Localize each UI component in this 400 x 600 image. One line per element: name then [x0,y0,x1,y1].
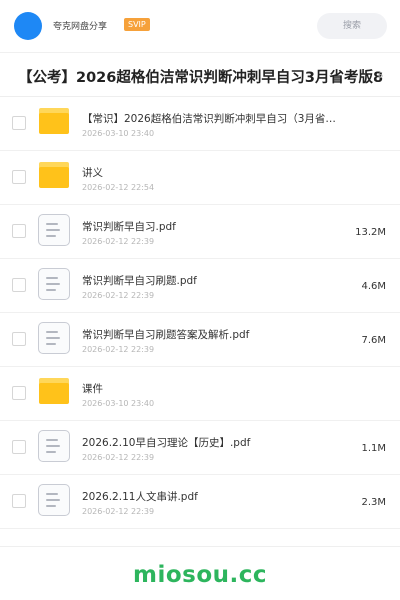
file-name[interactable]: 常识判断早自习刷题.pdf [82,273,347,288]
file-row[interactable]: 常识判断早自习.pdf 2026-02-12 22:39 13.2M [0,205,400,259]
document-icon [38,430,70,462]
document-icon [38,484,70,516]
row-checkbox[interactable] [12,440,26,454]
file-name[interactable]: 2026.2.10早自习理论【历史】.pdf [82,435,347,450]
search-button[interactable]: 搜索 [317,13,387,39]
file-size: 4.6M [361,281,386,292]
document-icon [38,214,70,246]
file-size: 7.6M [361,335,386,346]
row-checkbox[interactable] [12,170,26,184]
file-date: 2026-03-10 23:40 [82,399,155,408]
file-list: 【常识】2026超格伯洁常识判断冲刺早自习（3月省… 2026-03-10 23:… [0,97,400,529]
file-name[interactable]: 课件 [82,381,347,396]
document-icon [38,322,70,354]
file-row[interactable]: 2026.2.11人文串讲.pdf 2026-02-12 22:39 2.3M [0,475,400,529]
file-name[interactable]: 2026.2.11人文串讲.pdf [82,489,347,504]
folder-icon [39,162,69,188]
file-date: 2026-02-12 22:39 [82,237,155,246]
row-checkbox[interactable] [12,224,26,238]
row-checkbox[interactable] [12,332,26,346]
folder-icon [39,378,69,404]
file-size: 2.3M [361,497,386,508]
file-name[interactable]: 常识判断早自习.pdf [82,219,347,234]
file-row[interactable]: 【常识】2026超格伯洁常识判断冲刺早自习（3月省… 2026-03-10 23:… [0,97,400,151]
file-date: 2026-02-12 22:39 [82,345,155,354]
document-icon [38,268,70,300]
folder-icon [39,108,69,134]
file-date: 2026-02-12 22:39 [82,291,155,300]
folder-title: 【公考】2026超格伯洁常识判断冲刺早自习3月省考版8 [18,70,384,86]
file-name[interactable]: 【常识】2026超格伯洁常识判断冲刺早自习（3月省… [82,111,347,126]
file-row[interactable]: 课件 2026-03-10 23:40 [0,367,400,421]
row-checkbox[interactable] [12,386,26,400]
file-row[interactable]: 常识判断早自习刷题.pdf 2026-02-12 22:39 4.6M [0,259,400,313]
file-name[interactable]: 讲义 [82,165,347,180]
file-row[interactable]: 常识判断早自习刷题答案及解析.pdf 2026-02-12 22:39 7.6M [0,313,400,367]
row-checkbox[interactable] [12,278,26,292]
file-date: 2026-03-10 23:40 [82,129,155,138]
file-date: 2026-02-12 22:39 [82,507,155,516]
watermark: miosou.cc [132,562,268,588]
file-date: 2026-02-12 22:39 [82,453,155,462]
file-row[interactable]: 2026.2.10早自习理论【历史】.pdf 2026-02-12 22:39 1.… [0,421,400,475]
row-checkbox[interactable] [12,116,26,130]
avatar[interactable] [14,12,42,40]
svip-badge: SVIP [124,18,150,31]
file-row[interactable]: 讲义 2026-02-12 22:54 [0,151,400,205]
header-divider [0,52,400,53]
file-size: 1.1M [361,443,386,454]
file-size: 13.2M [355,227,386,238]
file-name[interactable]: 常识判断早自习刷题答案及解析.pdf [82,327,347,342]
app-name: 夸克网盘分享 [53,22,108,32]
app-header: 夸克网盘分享 SVIP 搜索 [0,0,400,52]
footer-divider [0,546,400,547]
folder-title-trail: 6 [378,71,384,80]
row-checkbox[interactable] [12,494,26,508]
file-date: 2026-02-12 22:54 [82,183,155,192]
